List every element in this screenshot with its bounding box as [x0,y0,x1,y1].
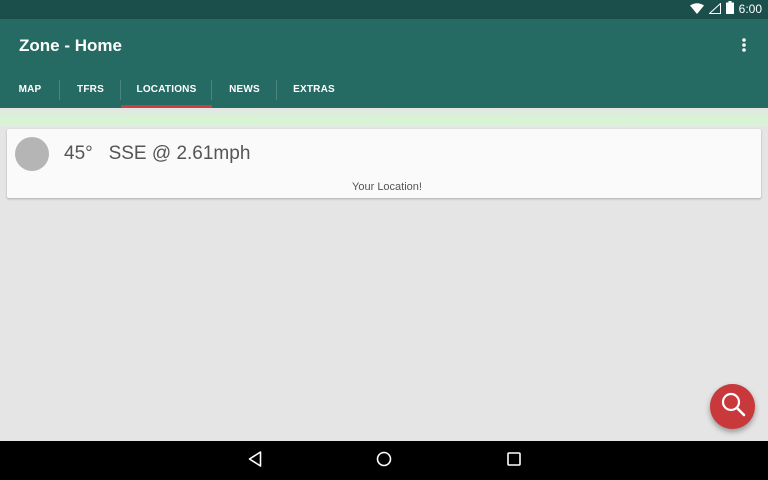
back-button[interactable] [243,449,267,473]
tab-label: LOCATIONS [136,84,197,95]
tab-locations[interactable]: LOCATIONS [121,71,212,108]
status-icons: 6:00 [689,0,762,19]
location-card[interactable]: 45° SSE @ 2.61mph Your Location! [7,129,761,198]
system-nav-bar [0,441,768,480]
location-subtitle: Your Location! [352,181,422,193]
home-button[interactable] [372,449,396,473]
refresh-highlight [0,108,768,126]
tab-label: EXTRAS [293,84,335,95]
wifi-icon [689,1,704,19]
tab-map[interactable]: MAP [0,71,60,108]
recents-button[interactable] [502,449,526,473]
wind-reading: 45° SSE @ 2.61mph [64,143,250,165]
tab-news[interactable]: NEWS [212,71,277,108]
tab-bar: MAP TFRS LOCATIONS NEWS EXTRAS [0,71,351,108]
tab-label: TFRS [77,84,104,95]
home-icon [376,451,392,472]
wind-bearing: 45° [64,143,93,164]
tab-extras[interactable]: EXTRAS [277,71,351,108]
tab-tfrs[interactable]: TFRS [60,71,121,108]
battery-icon [725,0,734,19]
tab-label: NEWS [229,84,260,95]
search-fab-button[interactable] [710,384,755,429]
app-bar: Zone - Home MAP TFRS LOCATIONS NEWS EXTR… [0,19,768,108]
back-icon [248,450,262,472]
tab-label: MAP [18,84,42,95]
recents-icon [507,451,521,471]
status-bar: 6:00 [0,0,768,19]
more-vert-icon [742,37,746,57]
location-avatar [15,137,49,171]
search-icon [720,391,746,422]
cellular-signal-icon [707,1,721,19]
app-title: Zone - Home [19,36,122,55]
overflow-menu-button[interactable] [732,35,756,59]
status-time: 6:00 [738,2,762,16]
wind-speed: SSE @ 2.61mph [108,143,251,164]
